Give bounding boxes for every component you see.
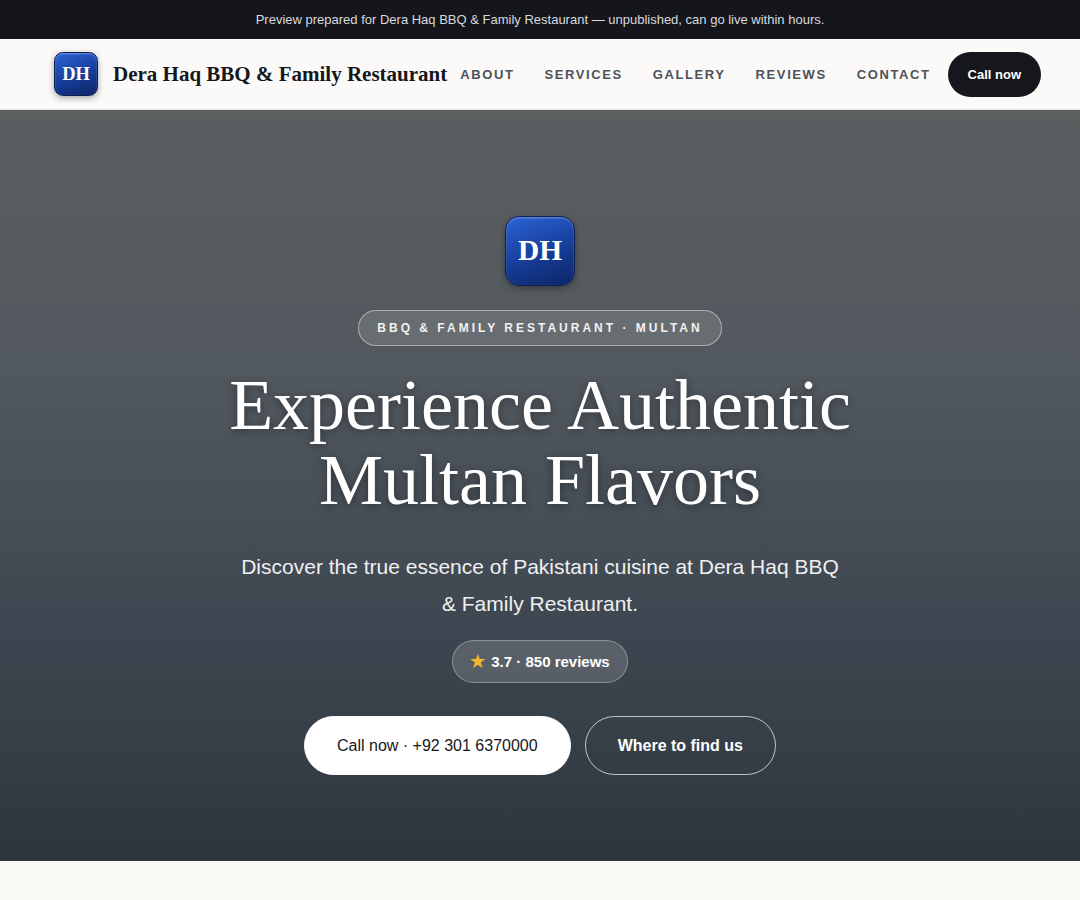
hero-title: Experience Authentic Multan Flavors (190, 368, 890, 519)
nav-link[interactable]: ABOUT (447, 67, 527, 82)
nav-links: ABOUT SERVICES GALLERY REVIEWS CONTACT Call n… (447, 52, 1041, 97)
brand-name: Dera Haq BBQ & Family Restaurant (113, 62, 447, 87)
call-hero-button[interactable]: Call now · +92 301 6370000 (304, 716, 571, 775)
call-button[interactable]: Call now (948, 52, 1041, 97)
hero: DH BBQ & FAMILY RESTAURANT · MULTAN Experi… (0, 110, 1080, 861)
nav-link[interactable]: CONTACT (844, 67, 944, 82)
nav-link[interactable]: SERVICES (531, 67, 635, 82)
preview-banner: Preview prepared for Dera Haq BBQ & Fami… (0, 0, 1080, 39)
rating-pill: ★ 3.7 · 850 reviews (452, 640, 627, 683)
brand-logo: DH (54, 52, 98, 96)
rating-text: 3.7 · 850 reviews (491, 653, 609, 670)
nav-link[interactable]: REVIEWS (743, 67, 840, 82)
nav-link[interactable]: GALLERY (640, 67, 739, 82)
find-us-button[interactable]: Where to find us (585, 716, 776, 775)
brand[interactable]: DH Dera Haq BBQ & Family Restaurant (54, 52, 447, 96)
next-section (0, 861, 1080, 900)
hero-logo: DH (505, 216, 575, 286)
page: Preview prepared for Dera Haq BBQ & Fami… (0, 0, 1080, 900)
navbar: DH Dera Haq BBQ & Family RestaurantABOUT S… (0, 39, 1080, 110)
hero-buttons: Call now · +92 301 6370000Where to find … (304, 716, 776, 775)
hero-subtitle: Discover the true essence of Pakistani c… (240, 549, 840, 623)
hero-badge: BBQ & FAMILY RESTAURANT · MULTAN (358, 310, 721, 346)
star-icon: ★ (470, 651, 485, 672)
